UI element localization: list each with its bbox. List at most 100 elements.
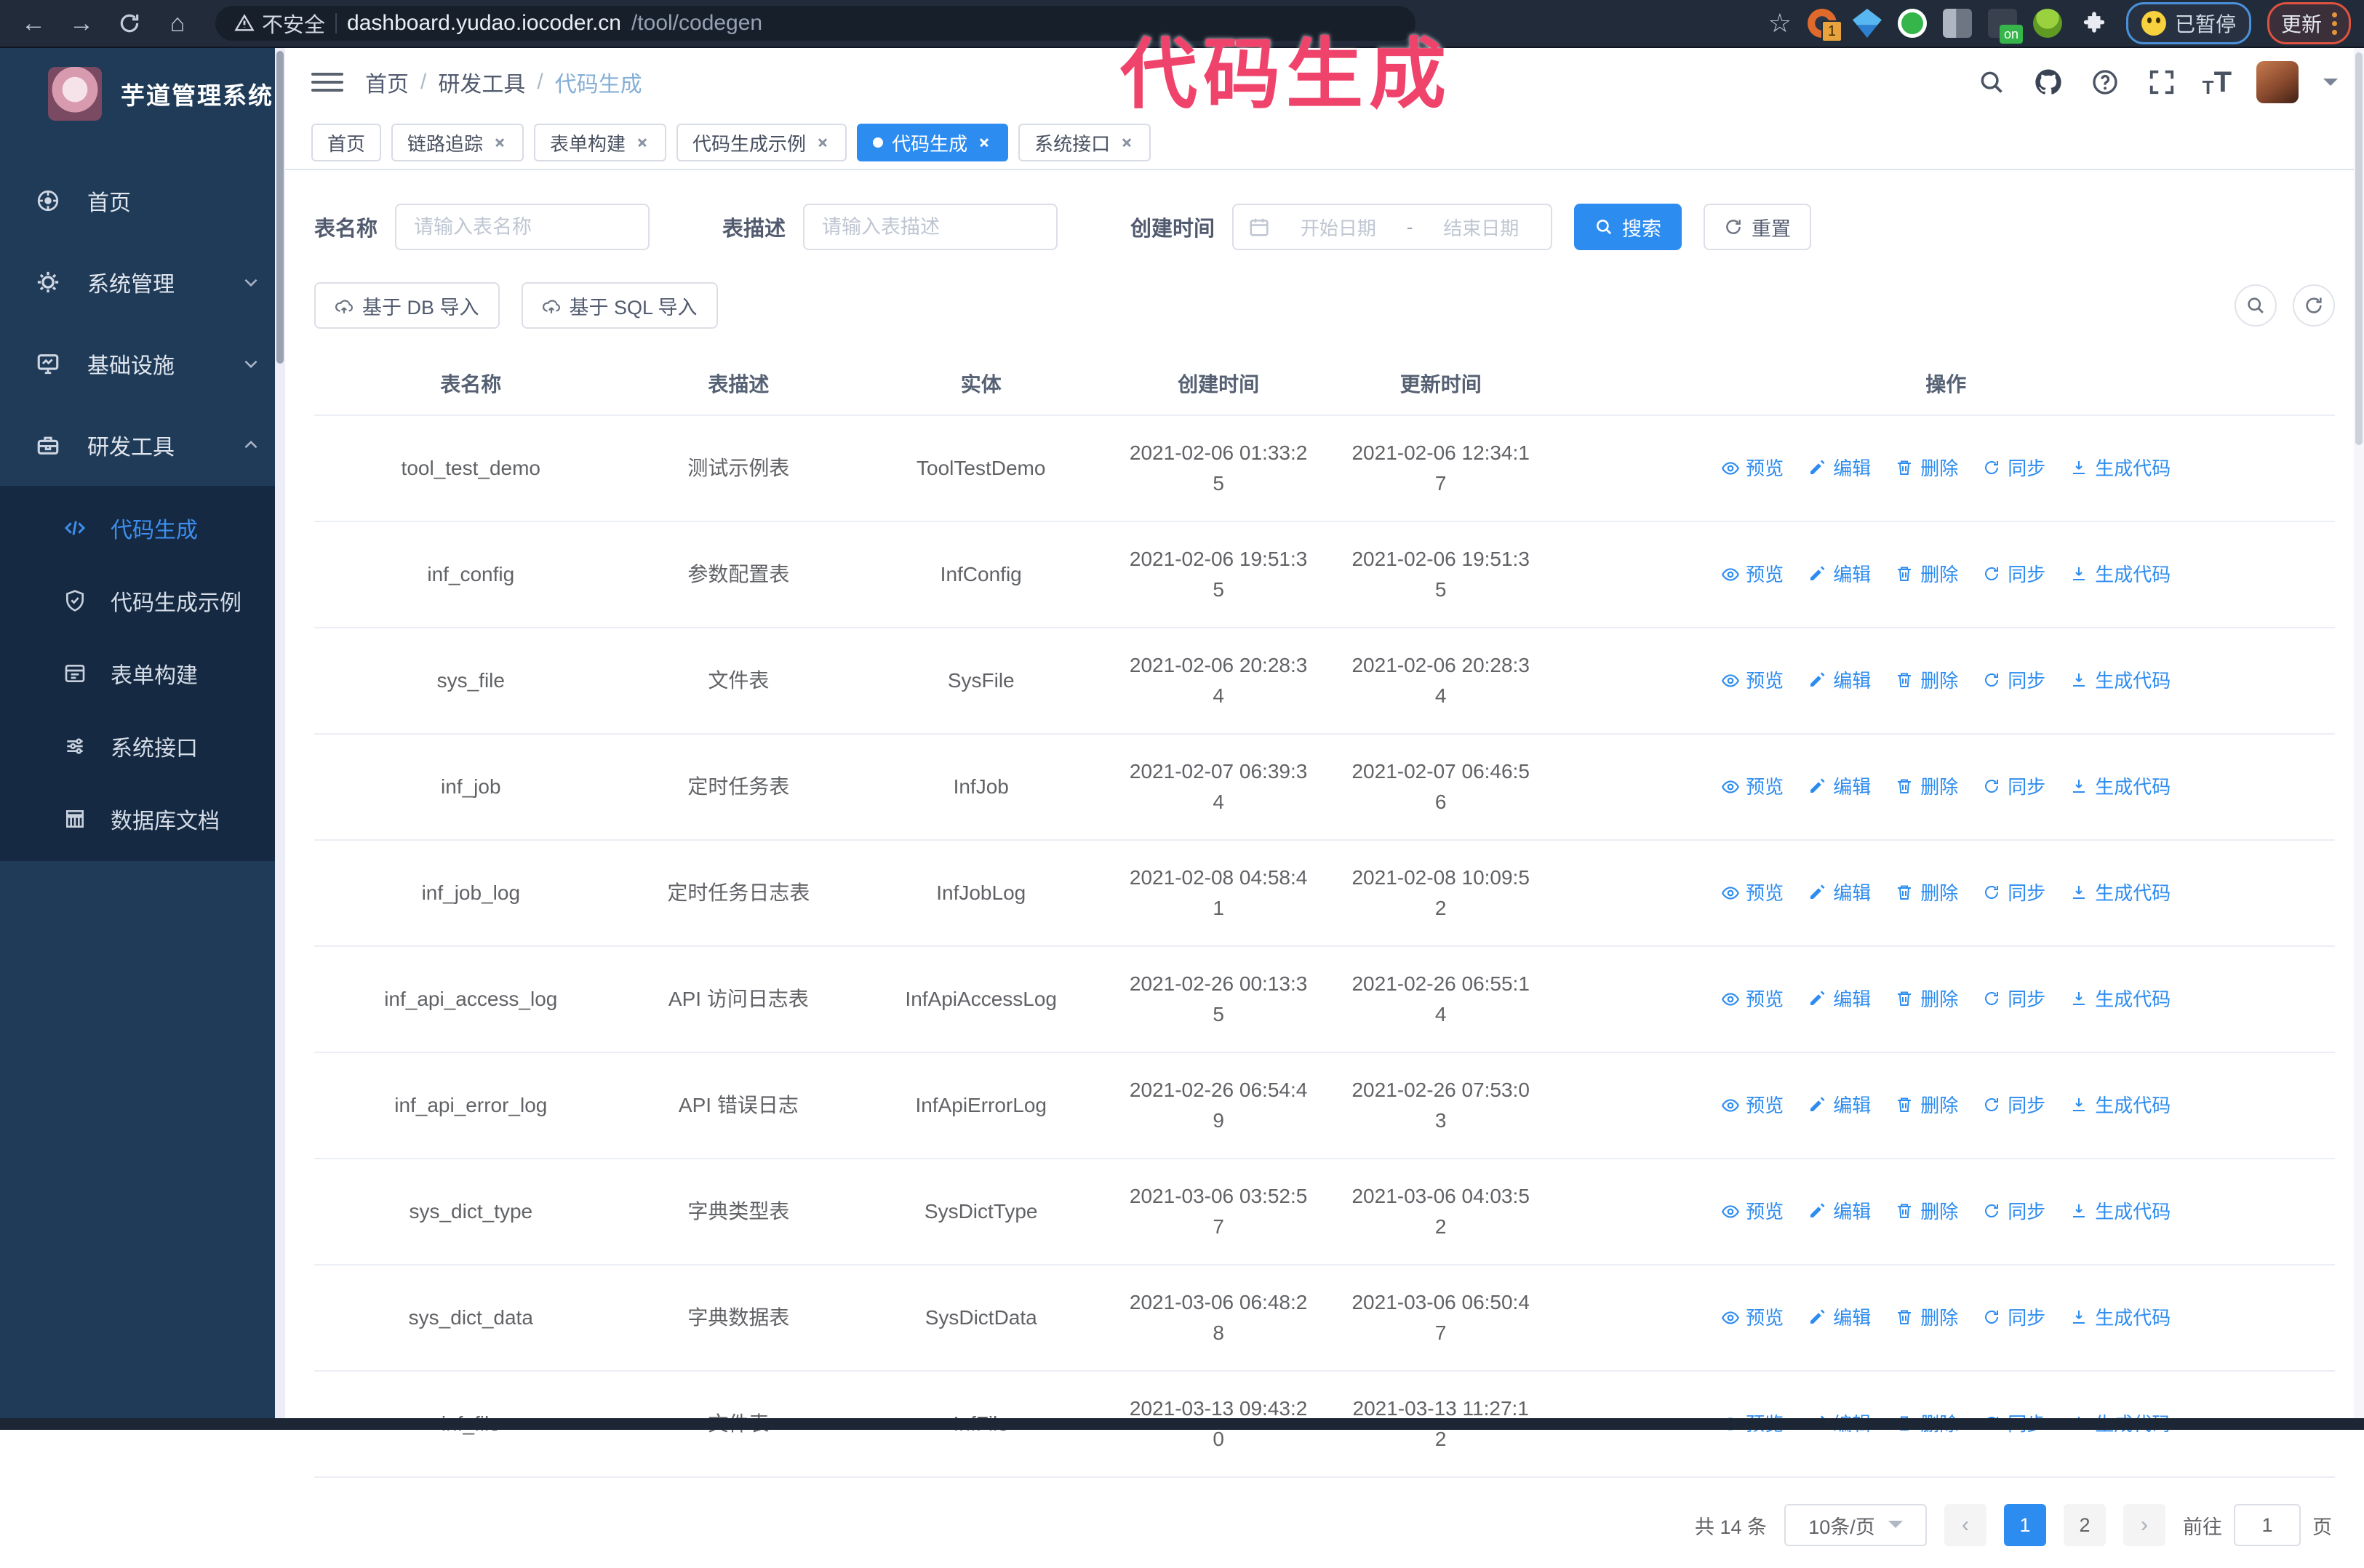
avatar[interactable] (2256, 61, 2299, 103)
reset-button[interactable]: 重置 (1704, 204, 1812, 250)
breadcrumb-devtools[interactable]: 研发工具 (438, 66, 525, 98)
url-path[interactable]: /tool/codegen (631, 11, 762, 36)
close-icon[interactable] (492, 135, 508, 151)
columns-extension-icon[interactable] (1942, 9, 1972, 38)
sidebar-scrollbar[interactable] (275, 48, 285, 1418)
table-name-input[interactable] (395, 204, 650, 250)
tab-tracing[interactable]: 链路追踪 (391, 124, 524, 161)
search-button[interactable]: 搜索 (1574, 204, 1682, 250)
page-button-1[interactable]: 1 (2004, 1504, 2046, 1546)
generate-code-link[interactable]: 生成代码 (2070, 561, 2171, 589)
preview-link[interactable]: 预览 (1721, 561, 1784, 589)
sidebar-item-system-api[interactable]: 系统接口 (0, 710, 285, 783)
generate-code-link[interactable]: 生成代码 (2070, 985, 2171, 1014)
edit-link[interactable]: 编辑 (1808, 1198, 1871, 1226)
edit-link[interactable]: 编辑 (1808, 667, 1871, 695)
tab-home[interactable]: 首页 (311, 124, 382, 161)
delete-link[interactable]: 删除 (1896, 1304, 1958, 1332)
collapse-sidebar-icon[interactable] (311, 68, 343, 97)
delete-link[interactable]: 删除 (1896, 879, 1958, 908)
prev-page-button[interactable]: ‹ (1944, 1504, 1986, 1546)
date-start-placeholder[interactable]: 开始日期 (1283, 214, 1394, 241)
preview-link[interactable]: 预览 (1721, 1198, 1784, 1226)
sidebar-item-db-doc[interactable]: 数据库文档 (0, 783, 285, 855)
sidebar-item-devtools[interactable]: 研发工具 (0, 404, 285, 486)
sync-link[interactable]: 同步 (1983, 773, 2045, 801)
sidebar-item-codegen[interactable]: 代码生成 (0, 492, 285, 564)
edit-link[interactable]: 编辑 (1808, 455, 1871, 483)
delete-link[interactable]: 删除 (1896, 667, 1958, 695)
generate-code-link[interactable]: 生成代码 (2070, 667, 2171, 695)
sync-link[interactable]: 同步 (1983, 561, 2045, 589)
delete-link[interactable]: 删除 (1896, 455, 1958, 483)
reload-icon[interactable] (109, 6, 150, 41)
sidebar-item-system[interactable]: 系统管理 (0, 241, 285, 323)
url-host[interactable]: dashboard.yudao.iocoder.cn (347, 11, 621, 36)
generate-code-link[interactable]: 生成代码 (2070, 1092, 2171, 1120)
chevron-down-icon[interactable] (2323, 79, 2338, 93)
refresh-table-button[interactable] (2293, 284, 2335, 327)
sync-link[interactable]: 同步 (1983, 1198, 2045, 1226)
date-range-picker[interactable]: 开始日期 - 结束日期 (1232, 204, 1553, 250)
page-button-2[interactable]: 2 (2064, 1504, 2106, 1546)
gem-extension-icon[interactable] (1852, 9, 1882, 38)
edit-link[interactable]: 编辑 (1808, 561, 1871, 589)
sidebar-item-infra[interactable]: 基础设施 (0, 323, 285, 404)
sync-link[interactable]: 同步 (1983, 985, 2045, 1014)
close-icon[interactable] (815, 135, 831, 151)
update-button-group[interactable]: 更新 (2267, 2, 2351, 44)
edit-link[interactable]: 编辑 (1808, 985, 1871, 1014)
generate-code-link[interactable]: 生成代码 (2070, 1198, 2171, 1226)
sidebar-item-home[interactable]: 首页 (0, 160, 285, 241)
close-icon[interactable] (976, 135, 992, 151)
import-sql-button[interactable]: 基于 SQL 导入 (521, 282, 718, 329)
preview-link[interactable]: 预览 (1721, 773, 1784, 801)
search-icon[interactable] (1976, 66, 2008, 98)
preview-link[interactable]: 预览 (1721, 1092, 1784, 1120)
edit-link[interactable]: 编辑 (1808, 773, 1871, 801)
goto-page-input[interactable] (2234, 1504, 2301, 1546)
forward-icon[interactable]: → (61, 6, 102, 41)
sync-link[interactable]: 同步 (1983, 1304, 2045, 1332)
check-extension-icon[interactable] (1897, 9, 1927, 38)
fullscreen-icon[interactable] (2146, 66, 2178, 98)
page-scrollbar[interactable] (2354, 48, 2364, 1418)
preview-link[interactable]: 预览 (1721, 879, 1784, 908)
sidebar-item-codegen-example[interactable]: 代码生成示例 (0, 564, 285, 637)
edit-link[interactable]: 编辑 (1808, 1304, 1871, 1332)
breadcrumb-home[interactable]: 首页 (365, 66, 409, 98)
extension-icon[interactable]: 1 (1807, 9, 1842, 42)
github-icon[interactable] (2032, 66, 2064, 98)
tab-system-api[interactable]: 系统接口 (1018, 124, 1151, 161)
close-icon[interactable] (634, 135, 650, 151)
edit-link[interactable]: 编辑 (1808, 1092, 1871, 1120)
browser-menu-icon[interactable] (2332, 12, 2337, 35)
back-icon[interactable]: ← (13, 6, 54, 41)
generate-code-link[interactable]: 生成代码 (2070, 1304, 2171, 1332)
font-size-icon[interactable] (2203, 66, 2232, 99)
sync-link[interactable]: 同步 (1983, 879, 2045, 908)
tab-codegen-example[interactable]: 代码生成示例 (676, 124, 847, 161)
sidebar-item-form-builder[interactable]: 表单构建 (0, 637, 285, 710)
delete-link[interactable]: 删除 (1896, 1092, 1958, 1120)
dark-extension-icon[interactable]: on (1987, 9, 2023, 44)
import-db-button[interactable]: 基于 DB 导入 (314, 282, 500, 329)
home-icon[interactable]: ⌂ (157, 6, 198, 41)
delete-link[interactable]: 删除 (1896, 1198, 1958, 1226)
delete-link[interactable]: 删除 (1896, 773, 1958, 801)
generate-code-link[interactable]: 生成代码 (2070, 455, 2171, 483)
sync-link[interactable]: 同步 (1983, 455, 2045, 483)
date-end-placeholder[interactable]: 结束日期 (1426, 214, 1536, 241)
paused-badge[interactable]: 已暂停 (2125, 2, 2251, 44)
puzzle-extensions-icon[interactable] (2078, 7, 2110, 39)
next-page-button[interactable]: › (2123, 1504, 2165, 1546)
close-icon[interactable] (1119, 135, 1135, 151)
tab-codegen[interactable]: 代码生成 (857, 124, 1009, 161)
preview-link[interactable]: 预览 (1721, 985, 1784, 1014)
sync-link[interactable]: 同步 (1983, 1092, 2045, 1120)
not-secure-warning[interactable]: 不安全 (234, 8, 325, 39)
key-extension-icon[interactable] (2032, 9, 2062, 38)
delete-link[interactable]: 删除 (1896, 985, 1958, 1014)
preview-link[interactable]: 预览 (1721, 667, 1784, 695)
toggle-search-button[interactable] (2235, 284, 2277, 327)
